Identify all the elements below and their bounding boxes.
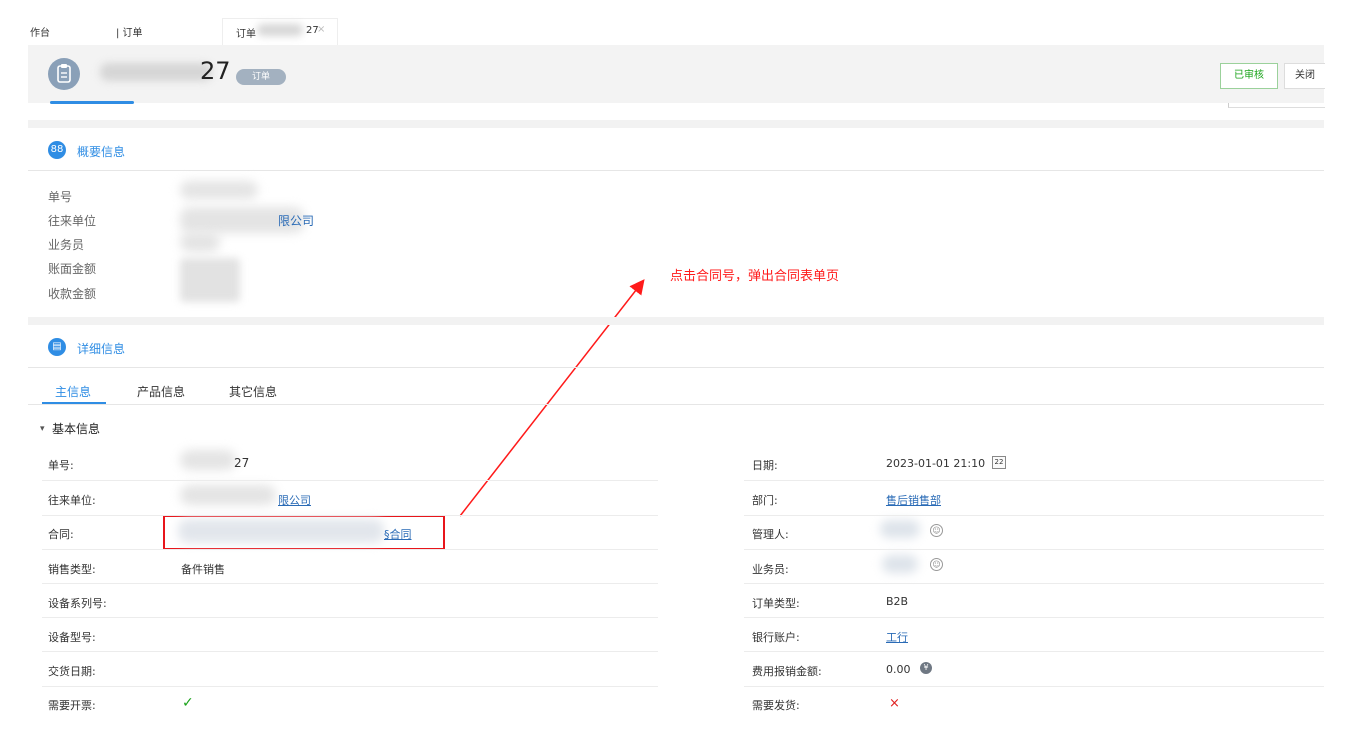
row-divider xyxy=(42,617,658,618)
field-label-number: 单号: xyxy=(48,459,74,472)
field-value-partner-link[interactable]: 限公司 xyxy=(278,492,311,508)
field-label-partner: 往来单位: xyxy=(48,494,96,507)
row-divider xyxy=(744,583,1324,584)
detail-icon: ▤ xyxy=(48,338,66,356)
row-divider xyxy=(744,651,1324,652)
field-label-salesperson: 业务员: xyxy=(752,563,789,576)
row-divider xyxy=(42,549,658,550)
redacted-contract xyxy=(178,519,384,543)
field-label-serial: 设备系列号: xyxy=(48,597,107,610)
row-divider xyxy=(42,480,658,481)
detail-title: 详细信息 xyxy=(77,342,126,356)
row-divider xyxy=(744,515,1324,516)
field-label-department: 部门: xyxy=(752,494,778,507)
field-label-order-type: 订单类型: xyxy=(752,597,800,610)
field-label-contract: 合同: xyxy=(48,528,74,541)
user-icon[interactable]: ☺ xyxy=(930,558,943,571)
row-divider xyxy=(42,583,658,584)
tab-main-info[interactable]: 主信息 xyxy=(55,383,91,400)
row-divider xyxy=(42,651,658,652)
row-divider xyxy=(744,480,1324,481)
check-icon: ✓ xyxy=(182,695,194,711)
field-label-manager: 管理人: xyxy=(752,528,789,541)
field-value-date: 2023-01-01 21:10 xyxy=(886,457,986,470)
divider xyxy=(28,367,1324,368)
section-separator xyxy=(28,317,1324,325)
row-divider xyxy=(744,686,1324,687)
cross-icon: × xyxy=(889,696,900,711)
field-label-delivery-date: 交货日期: xyxy=(48,665,96,678)
field-value-sales-type: 备件销售 xyxy=(181,563,225,576)
field-label-date: 日期: xyxy=(752,459,778,472)
group-title-basic[interactable]: 基本信息 xyxy=(52,420,100,437)
user-icon[interactable]: ☺ xyxy=(930,524,943,537)
field-label-expense-amount: 费用报销金额: xyxy=(752,665,822,678)
divider xyxy=(28,404,1324,405)
field-label-bank-account: 银行账户: xyxy=(752,631,800,644)
tab-product-info[interactable]: 产品信息 xyxy=(137,383,185,400)
redacted-salesperson xyxy=(882,555,918,573)
calendar-icon[interactable]: 22 xyxy=(992,456,1006,469)
tab-other-info[interactable]: 其它信息 xyxy=(229,383,277,400)
redacted-manager xyxy=(880,520,920,538)
caret-down-icon[interactable]: ▾ xyxy=(40,424,45,434)
department-link[interactable]: 售后销售部 xyxy=(886,492,941,508)
contract-link[interactable]: §合同 xyxy=(384,526,412,542)
bank-account-link[interactable]: 工行 xyxy=(886,629,908,645)
yuan-icon: ¥ xyxy=(920,662,932,674)
row-divider xyxy=(744,549,1324,550)
field-label-model: 设备型号: xyxy=(48,631,96,644)
field-value-number: 27 xyxy=(234,456,250,470)
field-value-expense-amount: 0.00 xyxy=(886,663,911,676)
annotation-overlay xyxy=(163,279,645,550)
redacted-value xyxy=(180,450,236,470)
field-label-need-invoice: 需要开票: xyxy=(48,699,96,712)
redacted-value xyxy=(180,485,276,505)
row-divider xyxy=(42,515,658,516)
row-divider xyxy=(744,617,1324,618)
field-label-sales-type: 销售类型: xyxy=(48,563,96,576)
field-label-need-shipping: 需要发货: xyxy=(752,699,800,712)
field-value-order-type: B2B xyxy=(886,595,909,608)
row-divider xyxy=(42,686,658,687)
